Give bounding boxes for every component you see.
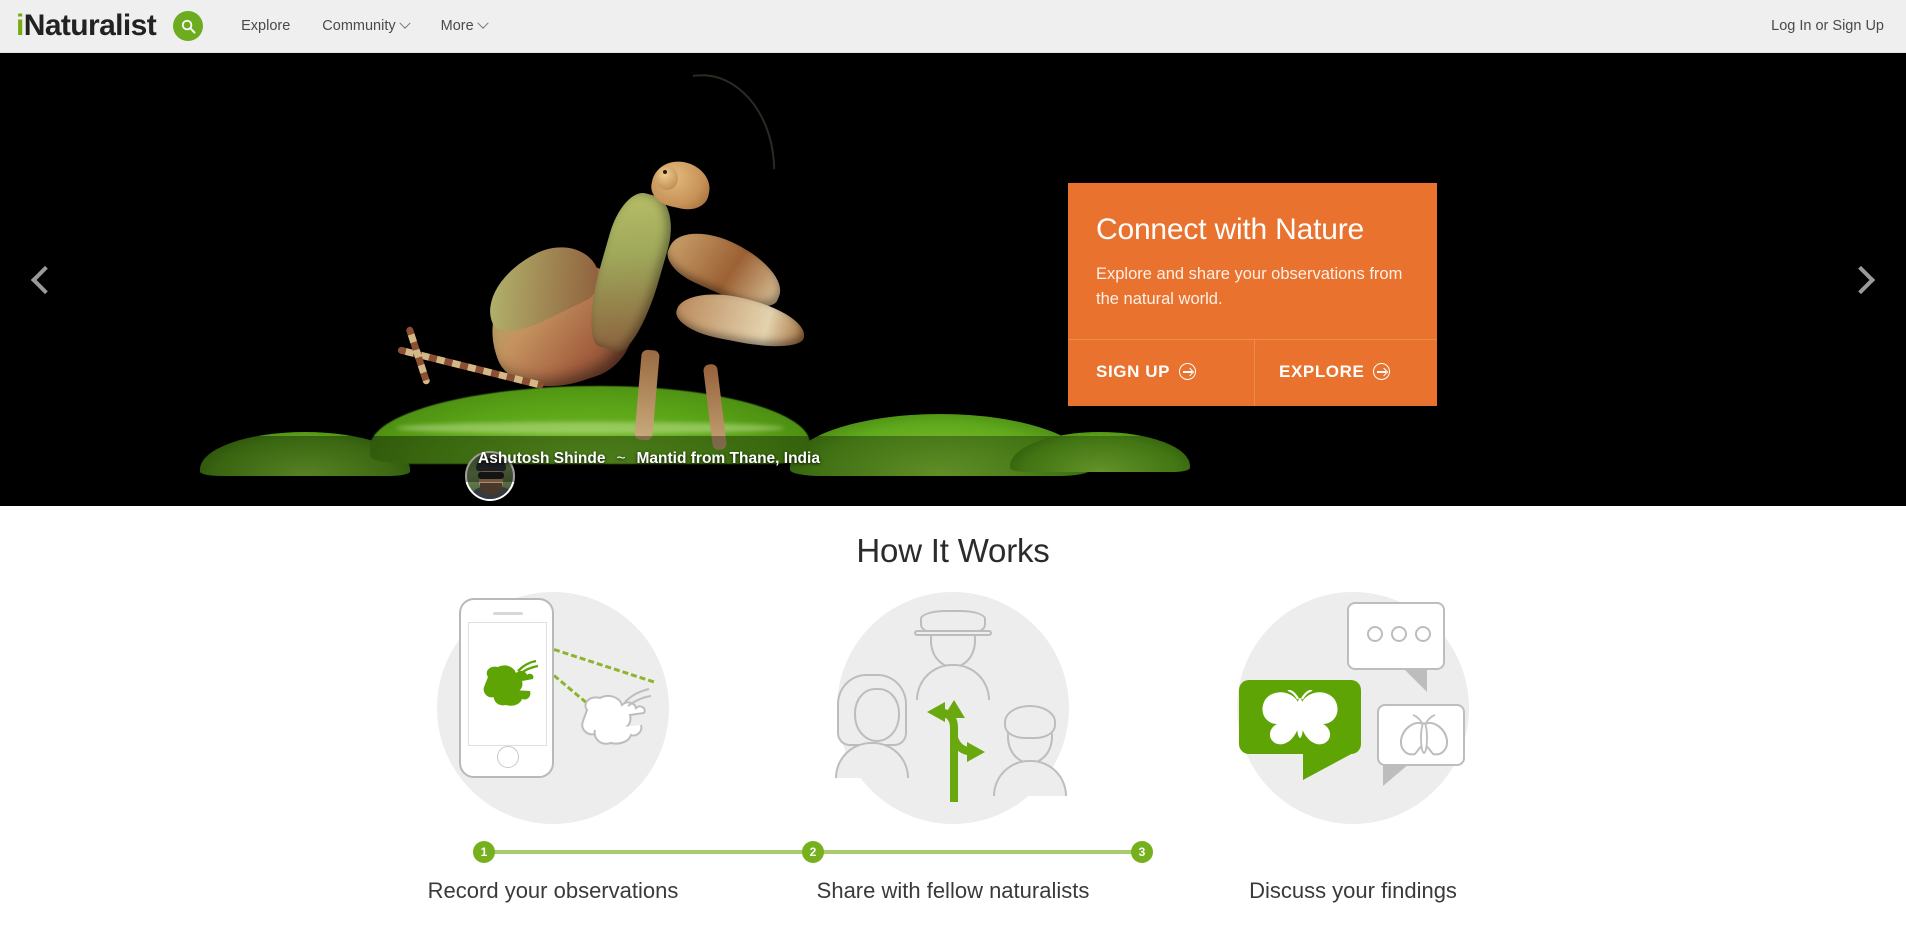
- logo-text: Naturalist: [23, 9, 157, 42]
- hero-carousel: Connect with Nature Explore and share yo…: [0, 53, 1906, 506]
- connector-line: [813, 850, 1141, 854]
- person-left-icon: [835, 674, 909, 778]
- nav-label-community: Community: [322, 18, 396, 34]
- step-number-1[interactable]: 1: [473, 841, 495, 863]
- how-it-works-section: How It Works 1 2 3 Record your observati…: [0, 506, 1906, 904]
- carousel-prev-button[interactable]: [22, 250, 68, 310]
- identification-bubble-green: [1239, 680, 1361, 780]
- chevron-right-icon: [1846, 265, 1876, 294]
- step-caption-1: Record your observations: [427, 878, 679, 903]
- mantid-illustration: [397, 69, 850, 451]
- promo-title: Connect with Nature: [1096, 213, 1365, 246]
- phone-camera-caterpillar-icon: [437, 592, 669, 824]
- credit-separator: ~: [616, 450, 626, 467]
- nav-item-community[interactable]: Community: [306, 17, 424, 34]
- site-logo[interactable]: iNaturalist: [16, 9, 157, 42]
- chevron-down-icon: [398, 17, 411, 29]
- promo-actions: SIGN UP EXPLORE: [1068, 338, 1437, 406]
- arrow-right-circle-icon: [1373, 363, 1391, 381]
- signup-button-label: SIGN UP: [1096, 361, 1171, 381]
- step-3: [1153, 592, 1553, 824]
- photo-credit: Ashutosh Shinde ~ Mantid from Thane, Ind…: [0, 436, 1906, 482]
- signup-link[interactable]: Sign Up: [1832, 18, 1884, 34]
- suggestion-bubble-icon: [1377, 704, 1465, 786]
- auth-links: Log In or Sign Up: [1771, 18, 1884, 34]
- auth-separator: or: [1811, 18, 1833, 34]
- promo-card: Connect with Nature Explore and share yo…: [1068, 183, 1437, 406]
- promo-subtitle: Explore and share your observations from…: [1096, 264, 1403, 309]
- logo-i-letter: i: [16, 9, 24, 42]
- connector-line: [485, 850, 813, 854]
- step-caption-2: Share with fellow naturalists: [816, 878, 1090, 903]
- three-people-share-icon: [835, 592, 1069, 824]
- promo-body: Connect with Nature Explore and share yo…: [1068, 183, 1437, 339]
- photo-author[interactable]: Ashutosh Shinde: [478, 450, 605, 468]
- carousel-next-button[interactable]: [1838, 250, 1884, 310]
- step-2: [753, 592, 1153, 824]
- nav-item-explore[interactable]: Explore: [225, 18, 306, 34]
- speech-bubbles-butterfly-moth-icon: [1237, 592, 1469, 824]
- search-icon: [181, 19, 196, 34]
- explore-button[interactable]: EXPLORE: [1254, 339, 1437, 406]
- step-number-3[interactable]: 3: [1131, 841, 1153, 863]
- chevron-down-icon: [477, 17, 489, 29]
- three-way-arrow-icon: [927, 700, 985, 802]
- photo-caption[interactable]: Mantid from Thane, India: [637, 450, 820, 468]
- steps-row: [0, 592, 1906, 824]
- step-number-2[interactable]: 2: [802, 841, 824, 863]
- step-caption-3: Discuss your findings: [1249, 878, 1457, 903]
- butterfly-icon: [1262, 690, 1338, 745]
- section-title: How It Works: [856, 532, 1050, 569]
- site-header: iNaturalist Explore Community More Log I…: [0, 0, 1906, 53]
- signup-button[interactable]: SIGN UP: [1068, 340, 1254, 406]
- comment-bubble-icon: [1347, 602, 1445, 692]
- login-link[interactable]: Log In: [1771, 18, 1811, 34]
- main-nav: Explore Community More: [225, 17, 503, 34]
- steps-connector: 1 2 3: [0, 840, 1906, 864]
- caterpillar-green-icon: [483, 659, 539, 706]
- nav-label-more: More: [440, 18, 474, 34]
- nav-label-explore: Explore: [241, 18, 291, 34]
- person-right-icon: [993, 705, 1067, 796]
- search-button[interactable]: [173, 11, 204, 41]
- moth-icon: [1399, 714, 1449, 756]
- step-1: [353, 592, 753, 824]
- ellipsis-dots-icon: [1367, 626, 1431, 642]
- arrow-right-circle-icon: [1179, 363, 1197, 381]
- step-captions: Record your observations Share with fell…: [0, 878, 1906, 904]
- phone-illustration: [459, 598, 554, 778]
- person-top-icon: [914, 610, 992, 700]
- photo-credit-text: Ashutosh Shinde ~ Mantid from Thane, Ind…: [478, 450, 820, 468]
- caterpillar-outline-icon: [581, 688, 652, 745]
- explore-button-label: EXPLORE: [1279, 361, 1365, 381]
- chevron-left-icon: [30, 265, 60, 294]
- nav-item-more[interactable]: More: [425, 17, 503, 34]
